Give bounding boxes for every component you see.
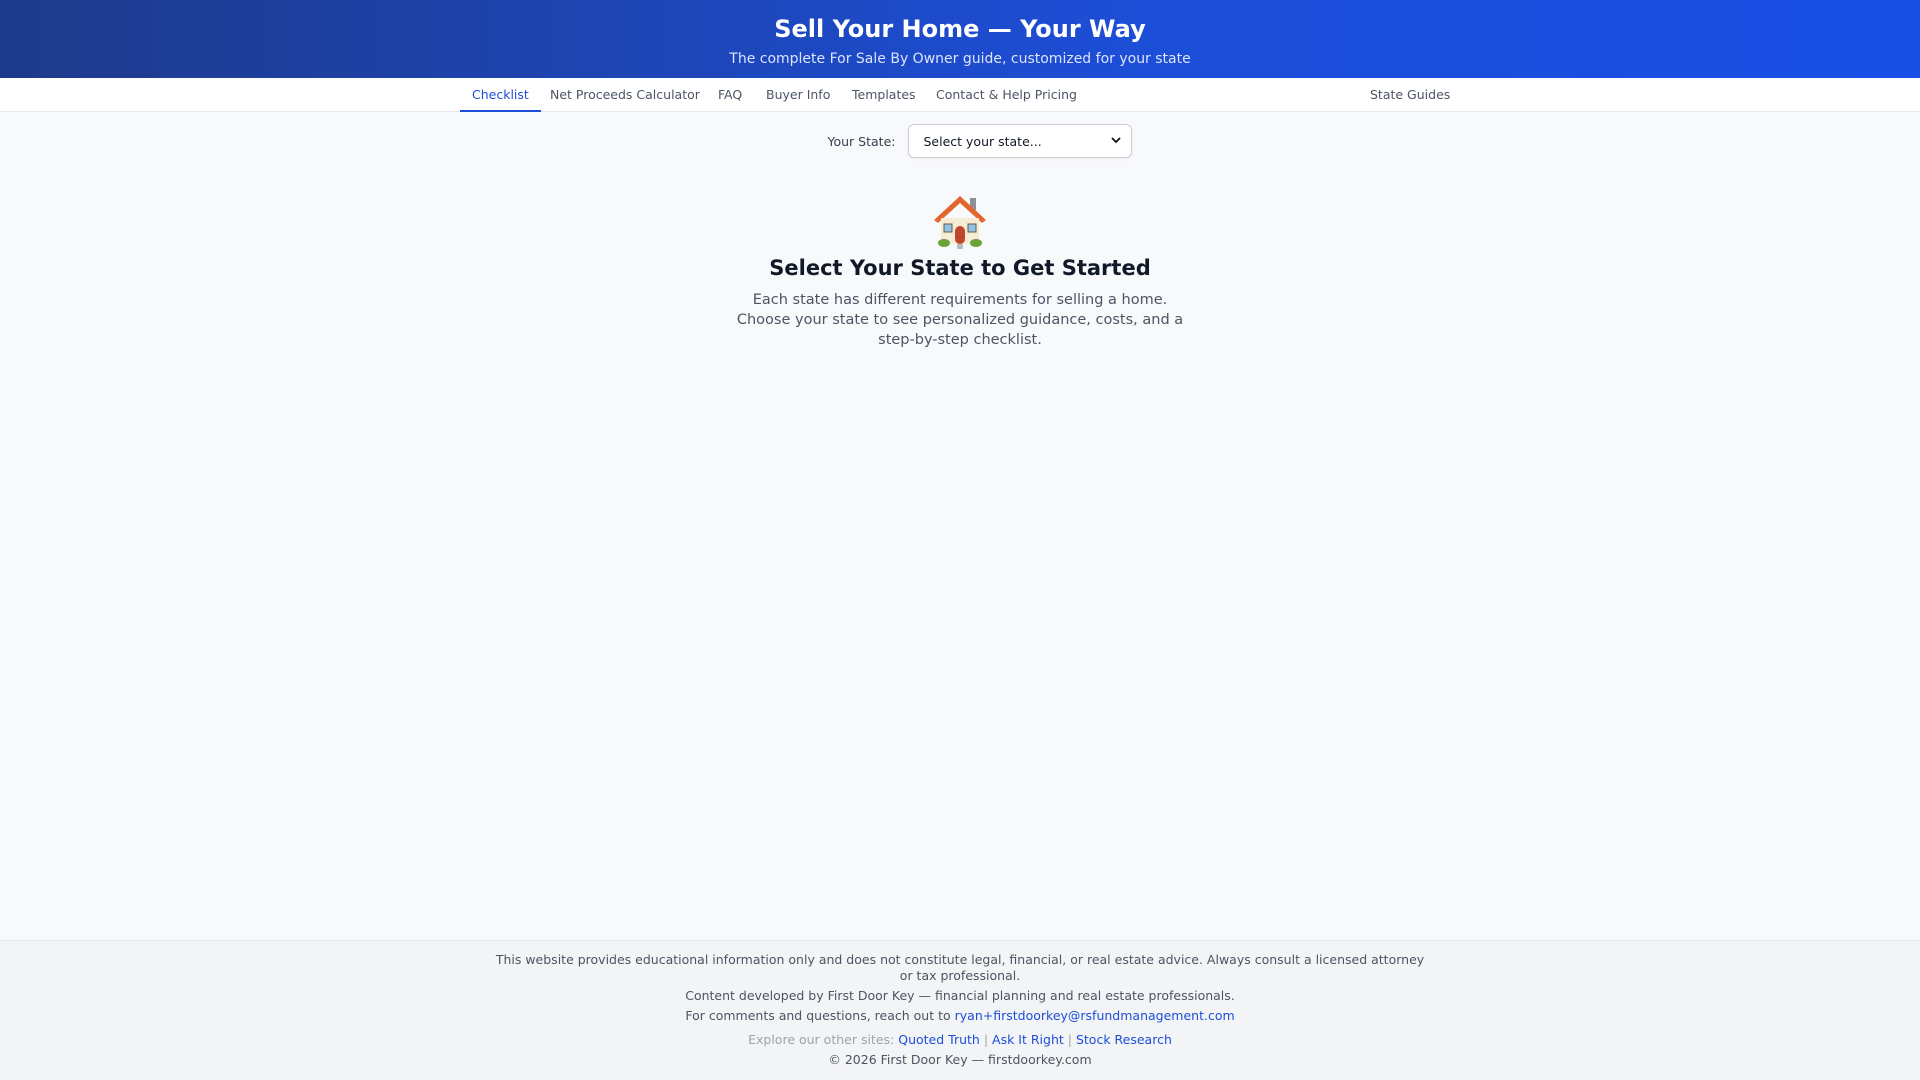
footer-contact: For comments and questions, reach out to…: [0, 1008, 1920, 1024]
tab-net-proceeds-calculator[interactable]: Net Proceeds Calculator: [538, 78, 712, 112]
footer-disclaimer: This website provides educational inform…: [495, 952, 1425, 983]
footer-link-quoted-truth[interactable]: Quoted Truth: [898, 1032, 980, 1047]
tab-buyer-info[interactable]: Buyer Info: [754, 78, 842, 112]
footer-developed-by: Content developed by First Door Key — fi…: [685, 988, 1235, 1003]
chevron-down-icon: [1111, 136, 1122, 147]
house-icon: [930, 190, 990, 250]
state-select-value: Select your state...: [923, 133, 1042, 149]
footer-contact-text: For comments and questions, reach out to: [685, 1008, 951, 1023]
tab-checklist[interactable]: Checklist: [460, 78, 541, 112]
footer-explore-text: Explore our other sites:: [748, 1032, 895, 1047]
empty-state-title: Select Your State to Get Started: [769, 256, 1151, 280]
footer-separator: |: [1067, 1032, 1072, 1047]
footer-explore: Explore our other sites: Quoted Truth | …: [0, 1032, 1920, 1048]
tab-contact-help-pricing[interactable]: Contact & Help Pricing: [924, 78, 1089, 112]
footer-separator: |: [983, 1032, 989, 1047]
footer-copyright: © 2026 First Door Key — firstdoorkey.com: [828, 1052, 1092, 1067]
tab-state-guides[interactable]: State Guides: [1358, 78, 1462, 112]
page-header: Sell Your Home — Your Way The complete F…: [0, 0, 1920, 78]
state-label: Your State:: [827, 133, 896, 149]
footer-contact-email-link[interactable]: ryan+firstdoorkey@rsfundmanagement.com: [955, 1008, 1235, 1023]
tab-faq[interactable]: FAQ: [706, 78, 754, 112]
tab-templates[interactable]: Templates: [840, 78, 928, 112]
footer-link-stock-research[interactable]: Stock Research: [1076, 1032, 1172, 1047]
page-title: Sell Your Home — Your Way: [774, 15, 1146, 43]
empty-state-description: Each state has different requirements fo…: [736, 292, 1184, 348]
state-selector-row: Your State: Select your state...: [0, 124, 1920, 158]
state-select[interactable]: Select your state...: [908, 124, 1133, 158]
page-footer: This website provides educational inform…: [0, 940, 1920, 1080]
footer-link-ask-it-right[interactable]: Ask It Right: [992, 1032, 1064, 1047]
page-subtitle: The complete For Sale By Owner guide, cu…: [729, 51, 1191, 67]
empty-state: Select Your State to Get Started Each st…: [0, 190, 1920, 350]
tab-bar: Checklist Net Proceeds Calculator FAQ Bu…: [0, 78, 1920, 112]
